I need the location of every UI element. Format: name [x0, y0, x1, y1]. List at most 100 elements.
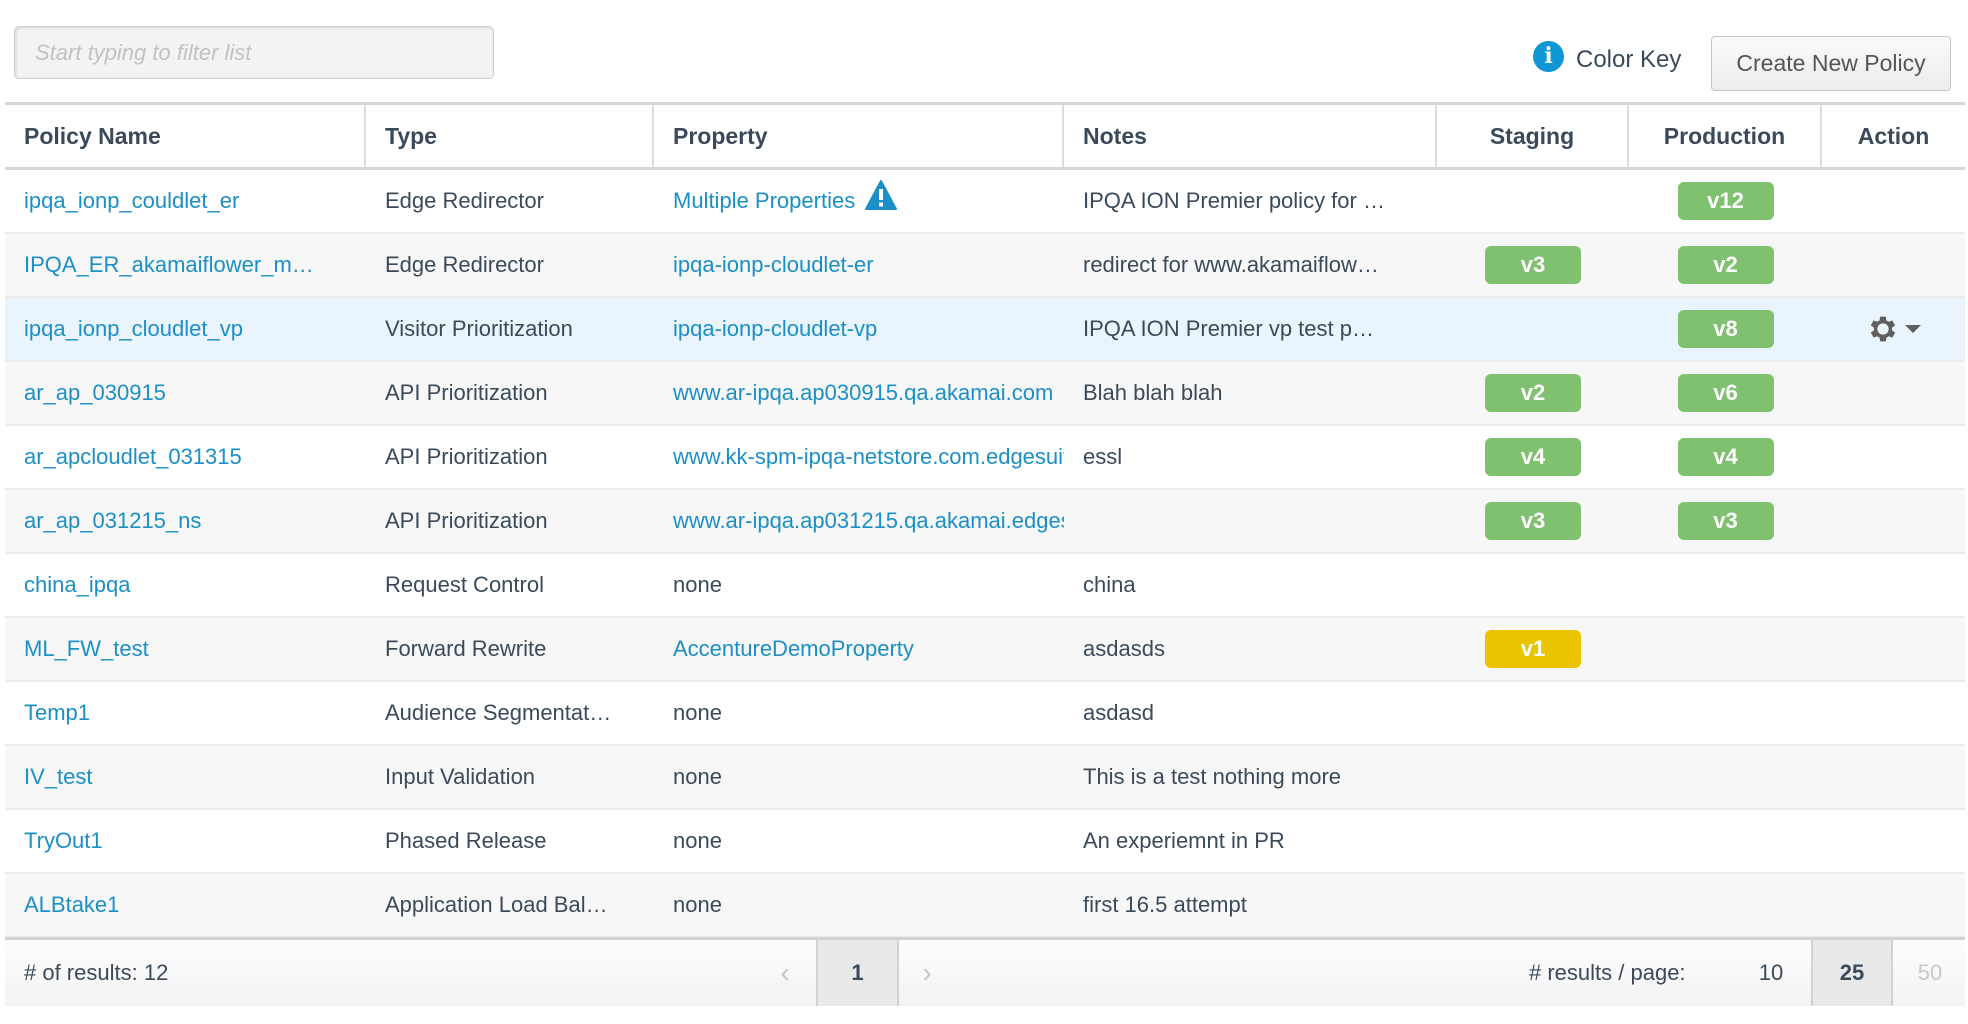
per-page-50-button[interactable]: 50	[1891, 940, 1968, 1006]
action-cell	[1822, 234, 1965, 296]
column-header-notes[interactable]: Notes	[1064, 105, 1437, 167]
table-row[interactable]: IPQA_ER_akamaiflower_m… Edge Redirector ip…	[5, 234, 1965, 298]
staging-version-badge[interactable]: v1	[1485, 630, 1581, 668]
production-version-badge[interactable]: v3	[1677, 502, 1774, 540]
staging-cell	[1437, 682, 1629, 744]
production-cell	[1629, 810, 1822, 872]
policy-name-link[interactable]: Temp1	[24, 700, 90, 726]
policy-notes: essl	[1083, 444, 1123, 469]
policy-name-link[interactable]: ar_ap_031215_ns	[24, 508, 201, 534]
page-1-button[interactable]: 1	[816, 940, 899, 1006]
table-header: Policy Name Type Property Notes Staging …	[5, 102, 1965, 170]
column-header-policy-name[interactable]: Policy Name	[5, 105, 366, 167]
production-version-badge[interactable]: v2	[1677, 246, 1774, 284]
policy-notes: asdasd	[1083, 700, 1154, 725]
policy-name-link[interactable]: ipqa_ionp_cloudlet_vp	[24, 316, 243, 342]
action-cell	[1822, 810, 1965, 872]
policy-name-link[interactable]: ML_FW_test	[24, 636, 149, 662]
action-cell	[1822, 554, 1965, 616]
property-link[interactable]: ipqa-ionp-cloudlet-er	[673, 252, 874, 278]
staging-version-badge[interactable]: v4	[1485, 438, 1581, 476]
production-cell	[1629, 554, 1822, 616]
color-key-button[interactable]: i Color Key	[1533, 40, 1682, 78]
table-row[interactable]: ALBtake1 Application Load Bal… none first 1…	[5, 874, 1965, 938]
policy-type: Phased Release	[385, 828, 547, 853]
policy-notes: An experiemnt in PR	[1083, 828, 1285, 853]
policy-name-link[interactable]: ALBtake1	[24, 892, 119, 918]
table-row[interactable]: ar_ap_030915 API Prioritization www.ar-ipq…	[5, 362, 1965, 426]
production-version-badge[interactable]: v12	[1677, 182, 1774, 220]
staging-version-badge[interactable]: v2	[1485, 374, 1581, 412]
action-cell	[1822, 746, 1965, 808]
create-new-policy-button[interactable]: Create New Policy	[1711, 36, 1951, 91]
action-cell	[1822, 874, 1965, 936]
action-cell	[1822, 362, 1965, 424]
staging-cell: v3	[1437, 234, 1629, 296]
policy-name-link[interactable]: china_ipqa	[24, 572, 130, 598]
action-cell	[1822, 682, 1965, 744]
table-row[interactable]: Temp1 Audience Segmentat… none asdasd	[5, 682, 1965, 746]
action-cell	[1822, 490, 1965, 552]
table-row[interactable]: IV_test Input Validation none This is a tes…	[5, 746, 1965, 810]
filter-input[interactable]	[14, 26, 494, 79]
prev-page-icon[interactable]: ‹	[755, 940, 815, 1006]
staging-version-badge[interactable]: v3	[1485, 246, 1581, 284]
production-version-badge[interactable]: v6	[1677, 374, 1774, 412]
production-version-badge[interactable]: v8	[1677, 310, 1774, 348]
policy-type: Application Load Bal…	[385, 892, 608, 917]
info-icon: i	[1533, 40, 1564, 72]
property-text: none	[673, 572, 722, 597]
property-link[interactable]: Multiple Properties	[673, 188, 855, 214]
property-link[interactable]: ipqa-ionp-cloudlet-vp	[673, 316, 877, 342]
policy-name-link[interactable]: ar_apcloudlet_031315	[24, 444, 242, 470]
policy-type: API Prioritization	[385, 444, 548, 469]
action-menu-button[interactable]	[1866, 312, 1922, 346]
column-header-type[interactable]: Type	[366, 105, 654, 167]
results-count: # of results: 12	[24, 960, 169, 985]
column-header-staging[interactable]: Staging	[1437, 105, 1629, 167]
policy-name-link[interactable]: IPQA_ER_akamaiflower_m…	[24, 252, 314, 278]
policy-name-link[interactable]: ar_ap_030915	[24, 380, 166, 406]
table-row[interactable]: ipqa_ionp_cloudlet_vp Visitor Prioritizat…	[5, 298, 1965, 362]
staging-cell: v4	[1437, 426, 1629, 488]
per-page-10-button[interactable]: 10	[1732, 940, 1810, 1006]
table-row[interactable]: ar_apcloudlet_031315 API Prioritization ww…	[5, 426, 1965, 490]
policy-notes: redirect for www.akamaiflow…	[1083, 252, 1379, 277]
table-row[interactable]: ipqa_ionp_couldlet_er Edge Redirector Mult…	[5, 170, 1965, 234]
production-version-badge[interactable]: v4	[1677, 438, 1774, 476]
production-cell	[1629, 874, 1822, 936]
property-link[interactable]: www.ar-ipqa.ap030915.qa.akamai.com	[673, 380, 1053, 406]
table-row[interactable]: ML_FW_test Forward Rewrite AccentureDemoPr…	[5, 618, 1965, 682]
chevron-down-icon	[1904, 325, 1921, 333]
staging-cell	[1437, 810, 1629, 872]
policy-notes: IPQA ION Premier policy for …	[1083, 188, 1385, 213]
table-row[interactable]: TryOut1 Phased Release none An experiemnt i…	[5, 810, 1965, 874]
table-row[interactable]: china_ipqa Request Control none china	[5, 554, 1965, 618]
production-cell	[1629, 746, 1822, 808]
per-page-25-button[interactable]: 25	[1811, 940, 1893, 1006]
production-cell: v4	[1629, 426, 1822, 488]
column-header-production[interactable]: Production	[1629, 105, 1822, 167]
table-row[interactable]: ar_ap_031215_ns API Prioritization www.ar-…	[5, 490, 1965, 554]
staging-version-badge[interactable]: v3	[1485, 502, 1581, 540]
column-header-property[interactable]: Property	[654, 105, 1064, 167]
action-cell	[1822, 426, 1965, 488]
production-cell: v2	[1629, 234, 1822, 296]
policy-type: Edge Redirector	[385, 252, 544, 277]
property-link[interactable]: AccentureDemoProperty	[673, 636, 914, 662]
property-link[interactable]: www.ar-ipqa.ap031215.qa.akamai.edgesuite…	[673, 508, 1064, 534]
column-header-action: Action	[1857, 122, 1930, 149]
color-key-label: Color Key	[1576, 46, 1682, 73]
action-cell	[1822, 170, 1965, 232]
policy-name-link[interactable]: TryOut1	[24, 828, 103, 854]
policy-name-link[interactable]: IV_test	[24, 764, 92, 790]
policy-type: API Prioritization	[385, 380, 548, 405]
policy-name-link[interactable]: ipqa_ionp_couldlet_er	[24, 188, 239, 214]
policy-notes: first 16.5 attempt	[1083, 892, 1247, 917]
staging-cell: v2	[1437, 362, 1629, 424]
staging-cell	[1437, 746, 1629, 808]
warning-icon[interactable]	[865, 180, 898, 210]
property-text: none	[673, 700, 722, 725]
next-page-icon[interactable]: ›	[897, 940, 957, 1006]
property-link[interactable]: www.kk-spm-ipqa-netstore.com.edgesuite.n…	[673, 444, 1064, 470]
